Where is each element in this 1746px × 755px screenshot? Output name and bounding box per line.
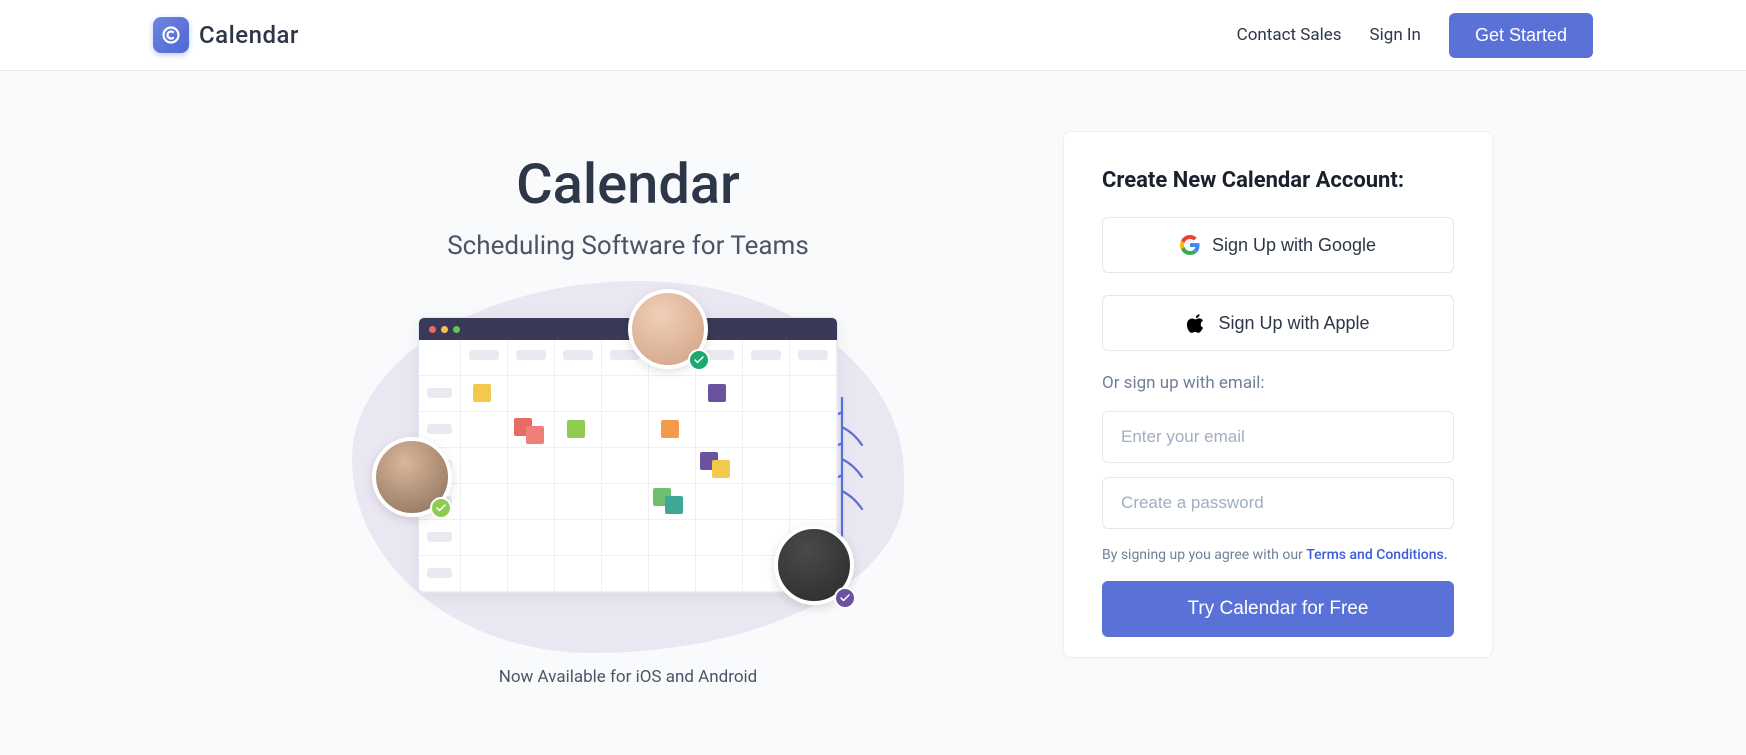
apple-icon (1186, 313, 1206, 333)
signup-title: Create New Calendar Account: (1102, 168, 1454, 193)
brand-logo-icon (153, 17, 189, 53)
site-header: Calendar Contact Sales Sign In Get Start… (0, 0, 1746, 71)
get-started-button[interactable]: Get Started (1449, 13, 1593, 58)
nav-contact-sales[interactable]: Contact Sales (1237, 25, 1342, 45)
check-icon (834, 587, 856, 609)
terms-link[interactable]: Terms and Conditions. (1306, 547, 1447, 563)
hero-footnote: Now Available for iOS and Android (253, 667, 1003, 687)
signup-or-label: Or sign up with email: (1102, 373, 1454, 393)
try-free-button[interactable]: Try Calendar for Free (1102, 581, 1454, 637)
hero-subtitle: Scheduling Software for Teams (253, 231, 1003, 261)
brand-name: Calendar (199, 21, 299, 49)
signup-apple-label: Sign Up with Apple (1218, 313, 1369, 334)
brand-logo[interactable]: Calendar (153, 17, 299, 53)
signup-card: Create New Calendar Account: Sign Up wit… (1063, 131, 1493, 658)
signup-google-label: Sign Up with Google (1212, 235, 1376, 256)
hero-title: Calendar (253, 151, 1003, 217)
hero-illustration (368, 297, 888, 637)
hero-section: Calendar Scheduling Software for Teams (253, 131, 1003, 687)
main-content: Calendar Scheduling Software for Teams (0, 71, 1746, 755)
google-icon (1180, 235, 1200, 255)
nav-sign-in[interactable]: Sign In (1370, 25, 1421, 45)
terms-prefix: By signing up you agree with our (1102, 547, 1306, 563)
check-icon (430, 497, 452, 519)
email-field[interactable] (1102, 411, 1454, 463)
signup-terms: By signing up you agree with our Terms a… (1102, 547, 1454, 563)
password-field[interactable] (1102, 477, 1454, 529)
check-icon (688, 349, 710, 371)
header-nav: Contact Sales Sign In Get Started (1237, 13, 1593, 58)
signup-google-button[interactable]: Sign Up with Google (1102, 217, 1454, 273)
signup-apple-button[interactable]: Sign Up with Apple (1102, 295, 1454, 351)
